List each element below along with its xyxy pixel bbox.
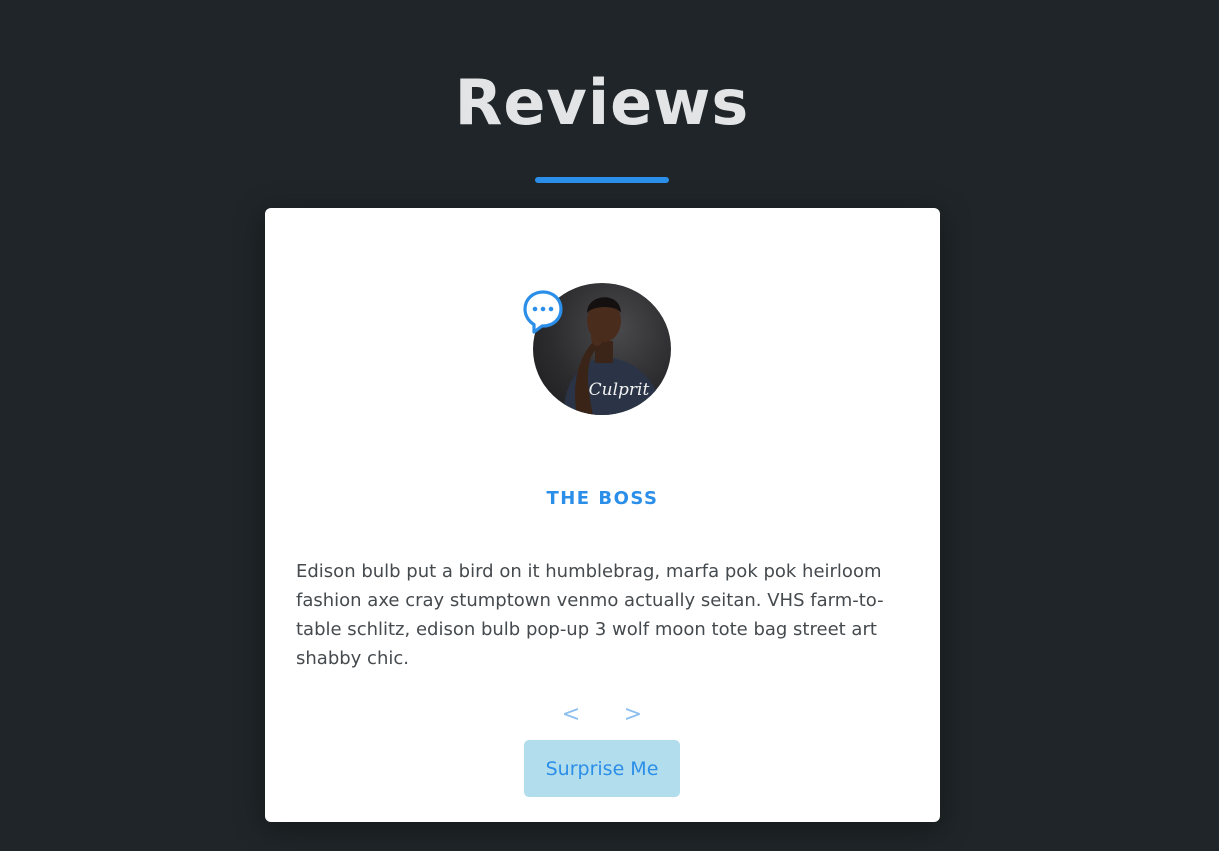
reviewer-name: THE BOSS xyxy=(546,488,659,509)
review-card: Culprit THE BOSS Edison bulb put a bird … xyxy=(265,208,940,822)
page-title: Reviews xyxy=(454,66,750,139)
title-underline xyxy=(535,177,669,183)
review-text: Edison bulb put a bird on it humblebrag,… xyxy=(296,561,884,669)
speech-bubble-icon xyxy=(523,290,563,334)
next-button[interactable]: > xyxy=(618,700,648,730)
shirt-text: Culprit xyxy=(589,380,650,400)
surprise-me-button[interactable]: Surprise Me xyxy=(524,740,680,797)
prev-button[interactable]: < xyxy=(556,700,586,730)
avatar-wrapper: Culprit xyxy=(523,283,671,415)
